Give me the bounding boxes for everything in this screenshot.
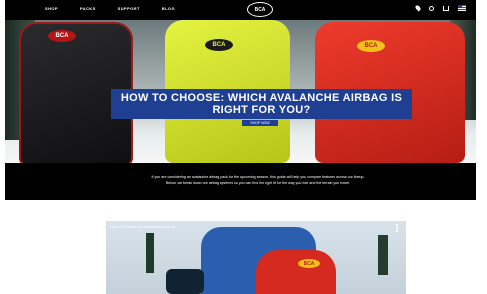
nav-link-packs[interactable]: PACKS xyxy=(80,6,96,11)
pack-logo-yellow: BCA xyxy=(205,39,233,51)
video-tree-left xyxy=(146,233,154,273)
hero-banner: BCA BCA BCA HOW TO CHOOSE: WHICH AVALANC… xyxy=(5,20,476,163)
cart-icon[interactable] xyxy=(443,5,449,11)
pack-logo-black: BCA xyxy=(48,30,76,42)
hero-cta-button[interactable]: SHOP NOW xyxy=(242,120,278,126)
pack-logo-red: BCA xyxy=(357,40,385,52)
hero-headline: HOW TO CHOOSE: WHICH AVALANCHE AIRBAG IS… xyxy=(111,89,412,119)
nav-link-support[interactable]: SUPPORT xyxy=(118,6,140,11)
video-glove xyxy=(166,269,204,294)
intro-line-1: If you are considering an avalanche airb… xyxy=(151,175,365,179)
video-pack-logo: BCA xyxy=(298,259,320,268)
intro-text-band: If you are considering an avalanche airb… xyxy=(5,163,476,200)
search-icon[interactable] xyxy=(429,5,434,11)
us-flag-icon[interactable] xyxy=(458,5,466,11)
nav-links: SHOP PACKS SUPPORT BLOG xyxy=(45,6,175,11)
brand-logo[interactable]: BCA xyxy=(247,2,273,17)
video-tree-right xyxy=(378,235,388,275)
video-player[interactable]: BCA How to Choose an Avalanche Airbag xyxy=(106,221,406,294)
video-title[interactable]: How to Choose an Avalanche Airbag xyxy=(110,224,175,229)
nav-link-shop[interactable]: SHOP xyxy=(45,6,58,11)
video-menu-icon[interactable] xyxy=(396,224,400,232)
page: SHOP PACKS SUPPORT BLOG BCA BCA BCA BCA … xyxy=(0,0,487,294)
nav-link-blog[interactable]: BLOG xyxy=(162,6,175,11)
intro-line-2: Below, we break down our airbag systems … xyxy=(165,181,351,185)
nav-icons xyxy=(414,4,466,12)
location-pin-icon[interactable] xyxy=(414,4,422,12)
top-nav: SHOP PACKS SUPPORT BLOG BCA xyxy=(5,0,476,20)
video-red-pack xyxy=(256,250,336,294)
